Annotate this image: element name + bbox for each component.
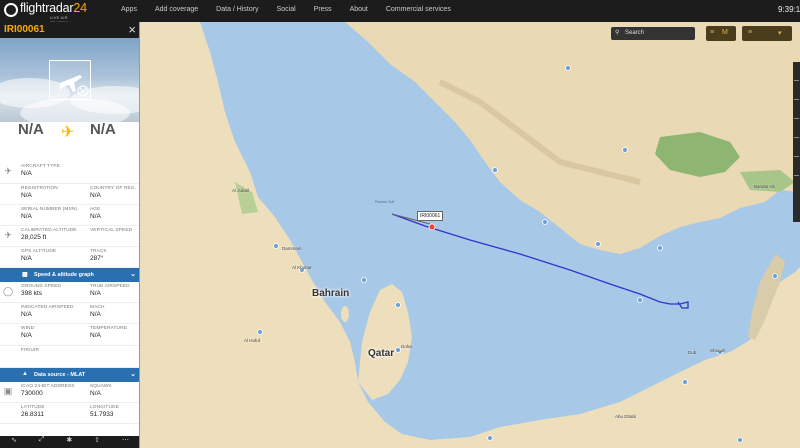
panel-header: IRI00061 × [0,22,139,38]
site-logo[interactable]: flightradar24 LIVE AIR TRAFFIC [4,1,87,25]
qatar-peninsula [358,284,412,400]
top-bar: flightradar24 LIVE AIR TRAFFIC Apps Add … [0,0,800,25]
label-bandar: Bandar Ab [754,184,776,189]
airport-marker [682,379,688,385]
detail-row: GPS ALTITUDE N/A TRACK 287° [0,247,139,268]
flight-details: ✈ AIRCRAFT TYPE N/A REGISTRATION N/A COUNT… [0,162,139,424]
flight-info-panel: IRI00061 × N/A ✈ N/A ✈ AIRCRAFT TYPE N/A… [0,22,140,448]
airport-marker [542,219,548,225]
airport-marker [492,167,498,173]
airport-marker [395,302,401,308]
bahrain-island [341,306,349,322]
detail-row: WIND N/A TEMPERATURE N/A [0,324,139,346]
route-plane-icon: ✈ [61,124,75,141]
detail-row: LATITUDE 26.8311 LONGITUDE 51.7933 [0,403,139,424]
speed-graph-toggle[interactable]: ▩ Speed & altitude graph ⌄ [0,268,139,282]
airport-marker [257,329,263,335]
altitude-icon: ✈ [4,230,12,240]
nav-apps[interactable]: Apps [121,6,137,13]
nav-commercial-services[interactable]: Commercial services [386,6,451,13]
no-photo-placeholder [49,60,91,100]
settings-icon: ≡ [748,29,753,36]
detail-row: ◯ GROUND SPEED 398 kts TRUE AIRSPEED N/A [0,282,139,303]
app-root: flightradar24 LIVE AIR TRAFFIC Apps Add … [0,0,800,448]
airport-marker [565,65,571,71]
label-dubai: Dub [688,350,697,355]
route-summary: N/A ✈ N/A [0,121,139,150]
airport-marker [772,273,778,279]
share-route-icon[interactable]: ⤢ [39,436,45,448]
map-search[interactable]: ⚲ Search [611,27,695,40]
main-nav: Apps Add coverage Data / History Social … [121,6,469,13]
airport-marker [595,241,601,247]
airport-marker [637,297,643,303]
detail-row: ▣ ICAO 24-BIT ADDRESS 730000 SQUAWK N/A [0,382,139,403]
airport-marker [622,147,628,153]
nav-social[interactable]: Social [277,6,296,13]
aircraft-marker [428,223,436,231]
destination-code: N/A [90,121,116,138]
detail-row: REGISTRATION N/A COUNTRY OF REG. N/A [0,184,139,205]
map-tool-label: M [722,29,728,36]
flight-map[interactable]: IRI00061 Bahrain Qatar Dammam Al Khobar … [140,22,800,448]
label-abu-dhabi: Abu Dhabi [615,414,637,419]
chevron-down-icon: ▾ [778,30,782,37]
panel-footer-toolbar: ∿ ⤢ ✱ ⇧ ⋯ [0,436,139,448]
label-al-jubail: Al Jubail [232,188,250,193]
nav-press[interactable]: Press [314,6,332,13]
flight-callsign: IRI00061 [4,24,45,35]
label-persian-gulf: Persian Gulf [375,200,395,204]
label-bahrain: Bahrain [312,288,350,299]
cockpit-view-icon[interactable]: ✱ [66,436,72,448]
nav-about[interactable]: About [350,6,368,13]
search-input[interactable]: Search [625,30,644,36]
map-tool-button[interactable]: ≡ M [706,26,736,41]
share-icon[interactable]: ⇧ [94,436,100,448]
filter-icon: ≡ [710,29,715,36]
map-canvas [140,22,800,448]
map-flight-tag[interactable]: IRI00061 [417,211,444,221]
antenna-icon: ▲ [22,371,28,377]
airport-marker [395,347,401,353]
aircraft-icon: ✈ [4,166,12,176]
label-doha: Doha [401,344,412,349]
airport-marker [361,277,367,283]
label-al-khobar: Al Khobar [292,265,312,270]
label-dammam: Dammam [282,246,302,251]
nav-add-coverage[interactable]: Add coverage [155,6,198,13]
label-sharjah: Sharjah [710,348,726,353]
detail-row: FIR/UIR [0,346,139,368]
detail-row: SERIAL NUMBER (MSN) N/A AGE N/A [0,205,139,226]
label-qatar: Qatar [368,348,395,359]
close-icon[interactable]: × [128,22,136,37]
detail-row: INDICATED AIRSPEED N/A MACH N/A [0,303,139,324]
chevron-down-icon: ⌄ [130,271,136,278]
aircraft-photo [0,38,139,122]
map-side-rail[interactable] [793,62,800,222]
airport-marker [273,243,279,249]
origin-code: N/A [18,121,44,138]
search-icon: ⚲ [615,30,620,36]
label-al-hufuf: Al Hufuf [244,338,261,343]
route-icon[interactable]: ∿ [11,436,17,448]
airport-marker [657,245,663,251]
logo-icon [4,3,18,17]
speed-icon: ◯ [2,286,14,296]
more-icon[interactable]: ⋯ [122,436,129,448]
utc-clock: 9:39:1 [778,5,800,14]
data-source-toggle[interactable]: ▲ Data source - MLAT ⌄ [0,368,139,382]
logo-text: flightradar24 [20,1,87,15]
airport-marker [737,437,743,443]
chevron-down-icon: ⌄ [130,371,136,378]
nav-data-history[interactable]: Data / History [216,6,258,13]
chart-icon: ▩ [22,272,28,278]
airport-marker [487,435,493,441]
detail-row: ✈ CALIBRATED ALTITUDE 28,025 ft VERTICAL … [0,226,139,247]
map-settings-button[interactable]: ≡ ▾ [742,26,792,41]
detail-row: ✈ AIRCRAFT TYPE N/A [0,162,139,184]
transponder-icon: ▣ [3,386,13,396]
